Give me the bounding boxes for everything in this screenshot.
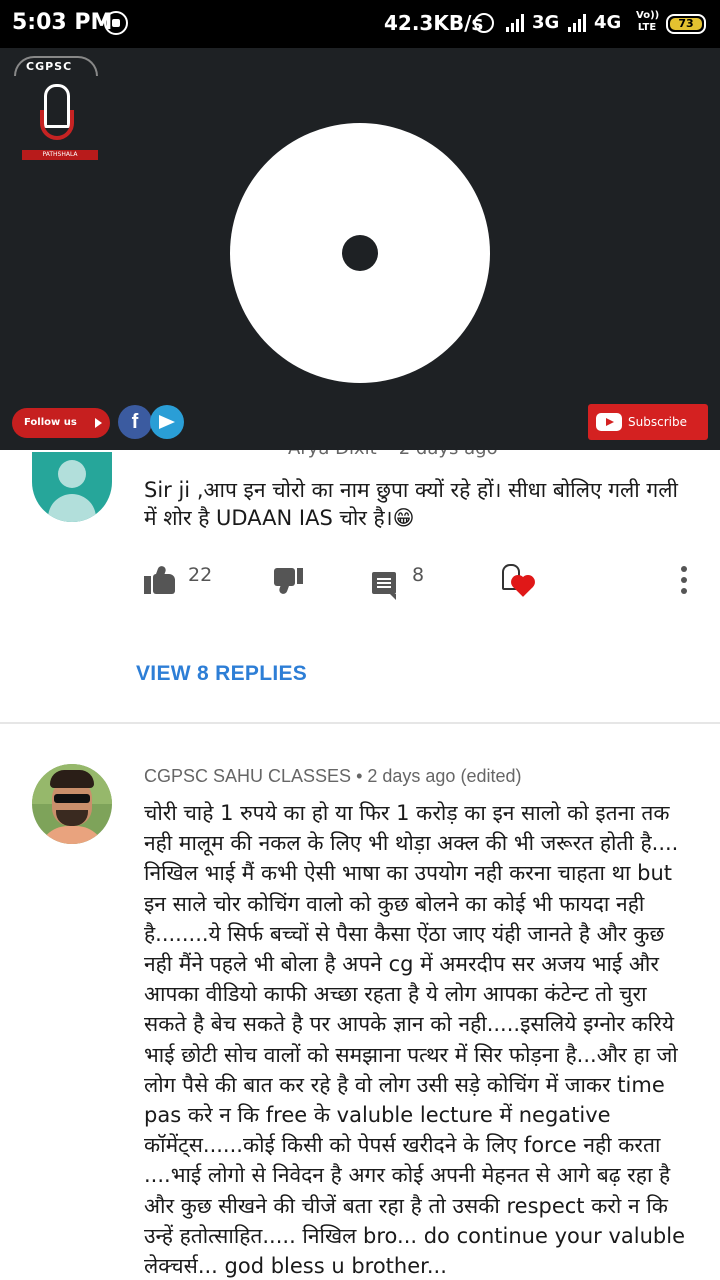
alarm-icon	[474, 13, 494, 33]
network-speed: 42.3KB/s	[384, 11, 484, 35]
avatar[interactable]	[32, 452, 112, 522]
comment-actions: 22 8	[144, 562, 704, 600]
volte-indicator: Vo)) LTE	[636, 10, 660, 33]
logo-text: CGPSC	[26, 60, 73, 73]
subscribe-button[interactable]: Subscribe	[588, 404, 708, 440]
network-type-2: 4G	[594, 12, 622, 33]
telegram-icon[interactable]	[150, 405, 184, 439]
status-bar: 5:03 PM 42.3KB/s 3G 4G Vo)) LTE 73	[0, 0, 720, 48]
signal-icon-2	[568, 14, 590, 32]
reply-icon[interactable]	[372, 572, 396, 600]
comment-thread: CGPSC SAHU CLASSES • 2 days ago (edited)…	[0, 724, 720, 1280]
avatar-body	[48, 494, 96, 522]
status-time: 5:03 PM	[12, 10, 113, 35]
subscribe-label: Subscribe	[628, 415, 687, 429]
more-options-icon[interactable]	[680, 566, 688, 596]
comment-thread: Arya Dixit • 2 days ago Sir ji ,आप इन चो…	[0, 450, 720, 722]
follow-us-label: Follow us	[24, 417, 77, 428]
comment-text: Sir ji ,आप इन चोरो का नाम छुपा क्यों रहे…	[144, 478, 678, 530]
network-type-1: 3G	[532, 12, 560, 33]
comment-text: चोरी चाहे 1 रुपये का हो या फिर 1 करोड़ क…	[144, 801, 685, 1279]
disc-hole	[342, 235, 378, 271]
logo-ribbon: PATHSHALA	[22, 150, 98, 160]
like-icon[interactable]	[144, 564, 176, 594]
avatar[interactable]	[32, 764, 112, 844]
comment-timestamp: • 2 days ago (edited)	[356, 766, 522, 786]
like-count: 22	[188, 564, 213, 586]
video-player[interactable]: CGPSC PATHSHALA Follow us f Subscribe	[0, 48, 720, 450]
avatar-head	[58, 460, 86, 488]
disc-graphic	[230, 123, 490, 383]
follow-us-button[interactable]: Follow us	[12, 408, 110, 438]
view-replies-link[interactable]: VIEW 8 REPLIES	[136, 662, 307, 686]
reply-count: 8	[412, 564, 425, 586]
comment-author-meta[interactable]: Arya Dixit • 2 days ago	[288, 450, 498, 459]
signal-icon	[506, 14, 528, 32]
whatsapp-icon	[104, 11, 128, 35]
battery-icon: 73	[666, 14, 706, 34]
youtube-icon	[596, 413, 622, 431]
creator-heart-icon	[500, 562, 533, 597]
dislike-icon[interactable]	[272, 568, 304, 596]
channel-logo: CGPSC PATHSHALA	[10, 56, 102, 166]
battery-level: 73	[670, 18, 702, 30]
comment-meta-clip: Arya Dixit • 2 days ago	[144, 450, 704, 462]
comment-meta: CGPSC SAHU CLASSES • 2 days ago (edited)	[144, 766, 521, 787]
comment-author[interactable]: CGPSC SAHU CLASSES	[144, 766, 351, 786]
facebook-icon[interactable]: f	[118, 405, 152, 439]
arrow-right-icon	[95, 418, 102, 428]
logo-u-shape	[40, 110, 74, 140]
